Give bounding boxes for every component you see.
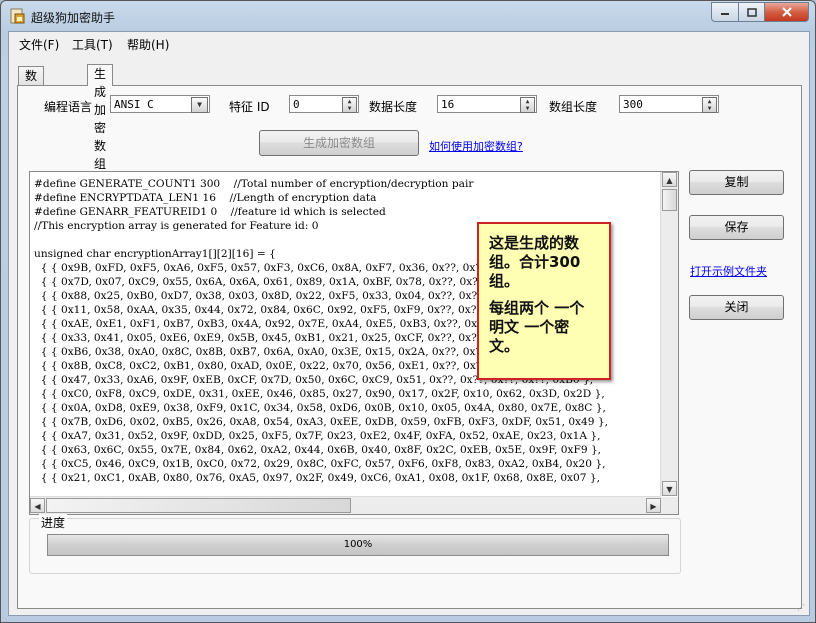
tab-data-encryption[interactable]: 数据加密 — [18, 66, 45, 137]
code-line: { { 0xC5, 0x46, 0xC9, 0x1B, 0xC0, 0x72, … — [34, 458, 606, 470]
language-value: ANSI C — [114, 98, 154, 111]
app-icon — [10, 8, 25, 24]
progress-label: 进度 — [39, 514, 68, 531]
feature-id-label: 特征 ID — [229, 100, 270, 114]
array-length-label: 数组长度 — [549, 100, 598, 114]
language-label: 编程语言 — [44, 100, 93, 114]
horizontal-scroll-thumb[interactable] — [46, 498, 351, 513]
progress-bar: 100% — [47, 534, 669, 556]
maximize-button[interactable] — [739, 2, 765, 22]
scroll-down-icon[interactable]: ▼ — [662, 481, 677, 496]
save-button[interactable]: 保存 — [689, 215, 784, 240]
close-icon — [781, 7, 792, 17]
minimize-button[interactable] — [711, 2, 739, 22]
spinner-arrows-icon[interactable]: ▲ ▼ — [342, 97, 357, 113]
menu-tools[interactable]: 工具(T) — [72, 36, 113, 53]
callout-line-2: 每组两个 一个明文 一个密文。 — [489, 299, 585, 355]
scroll-right-icon[interactable]: ▶ — [646, 498, 661, 513]
window-title: 超级狗加密助手 — [31, 11, 116, 25]
maximize-icon — [746, 7, 757, 17]
code-line: #define GENERATE_COUNT1 300 //Total numb… — [34, 178, 474, 190]
data-length-spinner[interactable]: 16 ▲ ▼ — [437, 95, 537, 113]
progress-text: 100% — [343, 539, 373, 550]
code-line: { { 0x63, 0x6C, 0x55, 0x7E, 0x84, 0x62, … — [34, 444, 602, 456]
close-button[interactable]: 关闭 — [689, 295, 784, 320]
copy-button[interactable]: 复制 — [689, 170, 784, 195]
annotation-callout: 这是生成的数组。合计300组。 每组两个 一个明文 一个密文。 — [477, 222, 611, 380]
spinner-arrows-icon[interactable]: ▲ ▼ — [520, 97, 535, 113]
chevron-down-icon[interactable]: ▼ — [191, 97, 208, 113]
language-select[interactable]: ANSI C ▼ — [110, 95, 210, 113]
callout-line-1: 这是生成的数组。合计300组。 — [489, 234, 581, 290]
menu-bar: 文件(F) 工具(T) 帮助(H) — [9, 32, 809, 54]
client-area: 文件(F) 工具(T) 帮助(H) 数据加密 生成加密数组 编程语言 ANSI … — [8, 31, 810, 616]
scroll-left-icon[interactable]: ◀ — [30, 498, 45, 513]
array-length-spinner[interactable]: 300 ▲ ▼ — [619, 95, 719, 113]
horizontal-scrollbar[interactable]: ◀ ▶ — [30, 496, 661, 514]
open-sample-folder-link[interactable]: 打开示例文件夹 — [690, 263, 767, 279]
code-line: { { 0x21, 0xC1, 0xAB, 0x80, 0x76, 0xA5, … — [34, 472, 600, 484]
app-window: 超级狗加密助手 文件(F) 工具(T) 帮助(H) 数据加密 生成加密数组 编程… — [0, 0, 816, 623]
data-length-label: 数据长度 — [369, 100, 418, 114]
code-line: { { 0x0A, 0xD8, 0xE9, 0x38, 0xF9, 0x1C, … — [34, 402, 606, 414]
code-line: #define GENARR_FEATUREID1 0 //feature id… — [34, 206, 386, 218]
scroll-corner — [661, 497, 678, 514]
code-line: { { 0x7B, 0xD6, 0x02, 0xB5, 0x26, 0xA8, … — [34, 416, 608, 428]
data-length-value: 16 — [441, 98, 455, 111]
resize-grip-icon[interactable]: ⋰ — [797, 603, 807, 613]
title-bar[interactable]: 超级狗加密助手 — [1, 1, 815, 31]
array-length-value: 300 — [623, 98, 643, 111]
close-window-button[interactable] — [765, 2, 809, 22]
feature-id-spinner[interactable]: 0 ▲ ▼ — [289, 95, 359, 113]
spinner-arrows-icon[interactable]: ▲ ▼ — [702, 97, 717, 113]
scroll-up-icon[interactable]: ▲ — [662, 172, 677, 187]
vertical-scrollbar[interactable]: ▲ ▼ — [660, 172, 678, 496]
vertical-scroll-thumb[interactable] — [662, 189, 677, 211]
generate-array-button[interactable]: 生成加密数组 — [259, 130, 419, 156]
tab-generate-array[interactable]: 生成加密数组 — [87, 64, 114, 171]
minimize-icon — [721, 13, 729, 15]
menu-help[interactable]: 帮助(H) — [127, 36, 169, 53]
menu-file[interactable]: 文件(F) — [19, 36, 59, 53]
code-line: { { 0xC0, 0xF8, 0xC9, 0xDE, 0x31, 0xEE, … — [34, 388, 605, 400]
code-line: { { 0xA7, 0x31, 0x52, 0x9F, 0xDD, 0x25, … — [34, 430, 601, 442]
code-line: { { 0x0C, 0x1D, 0x37, 0xE5, 0xCA, 0x8C, … — [34, 485, 654, 487]
code-line: #define ENCRYPTDATA_LEN1 16 //Length of … — [34, 192, 377, 204]
how-to-use-link[interactable]: 如何使用加密数组? — [429, 138, 523, 154]
feature-id-value: 0 — [293, 98, 300, 111]
